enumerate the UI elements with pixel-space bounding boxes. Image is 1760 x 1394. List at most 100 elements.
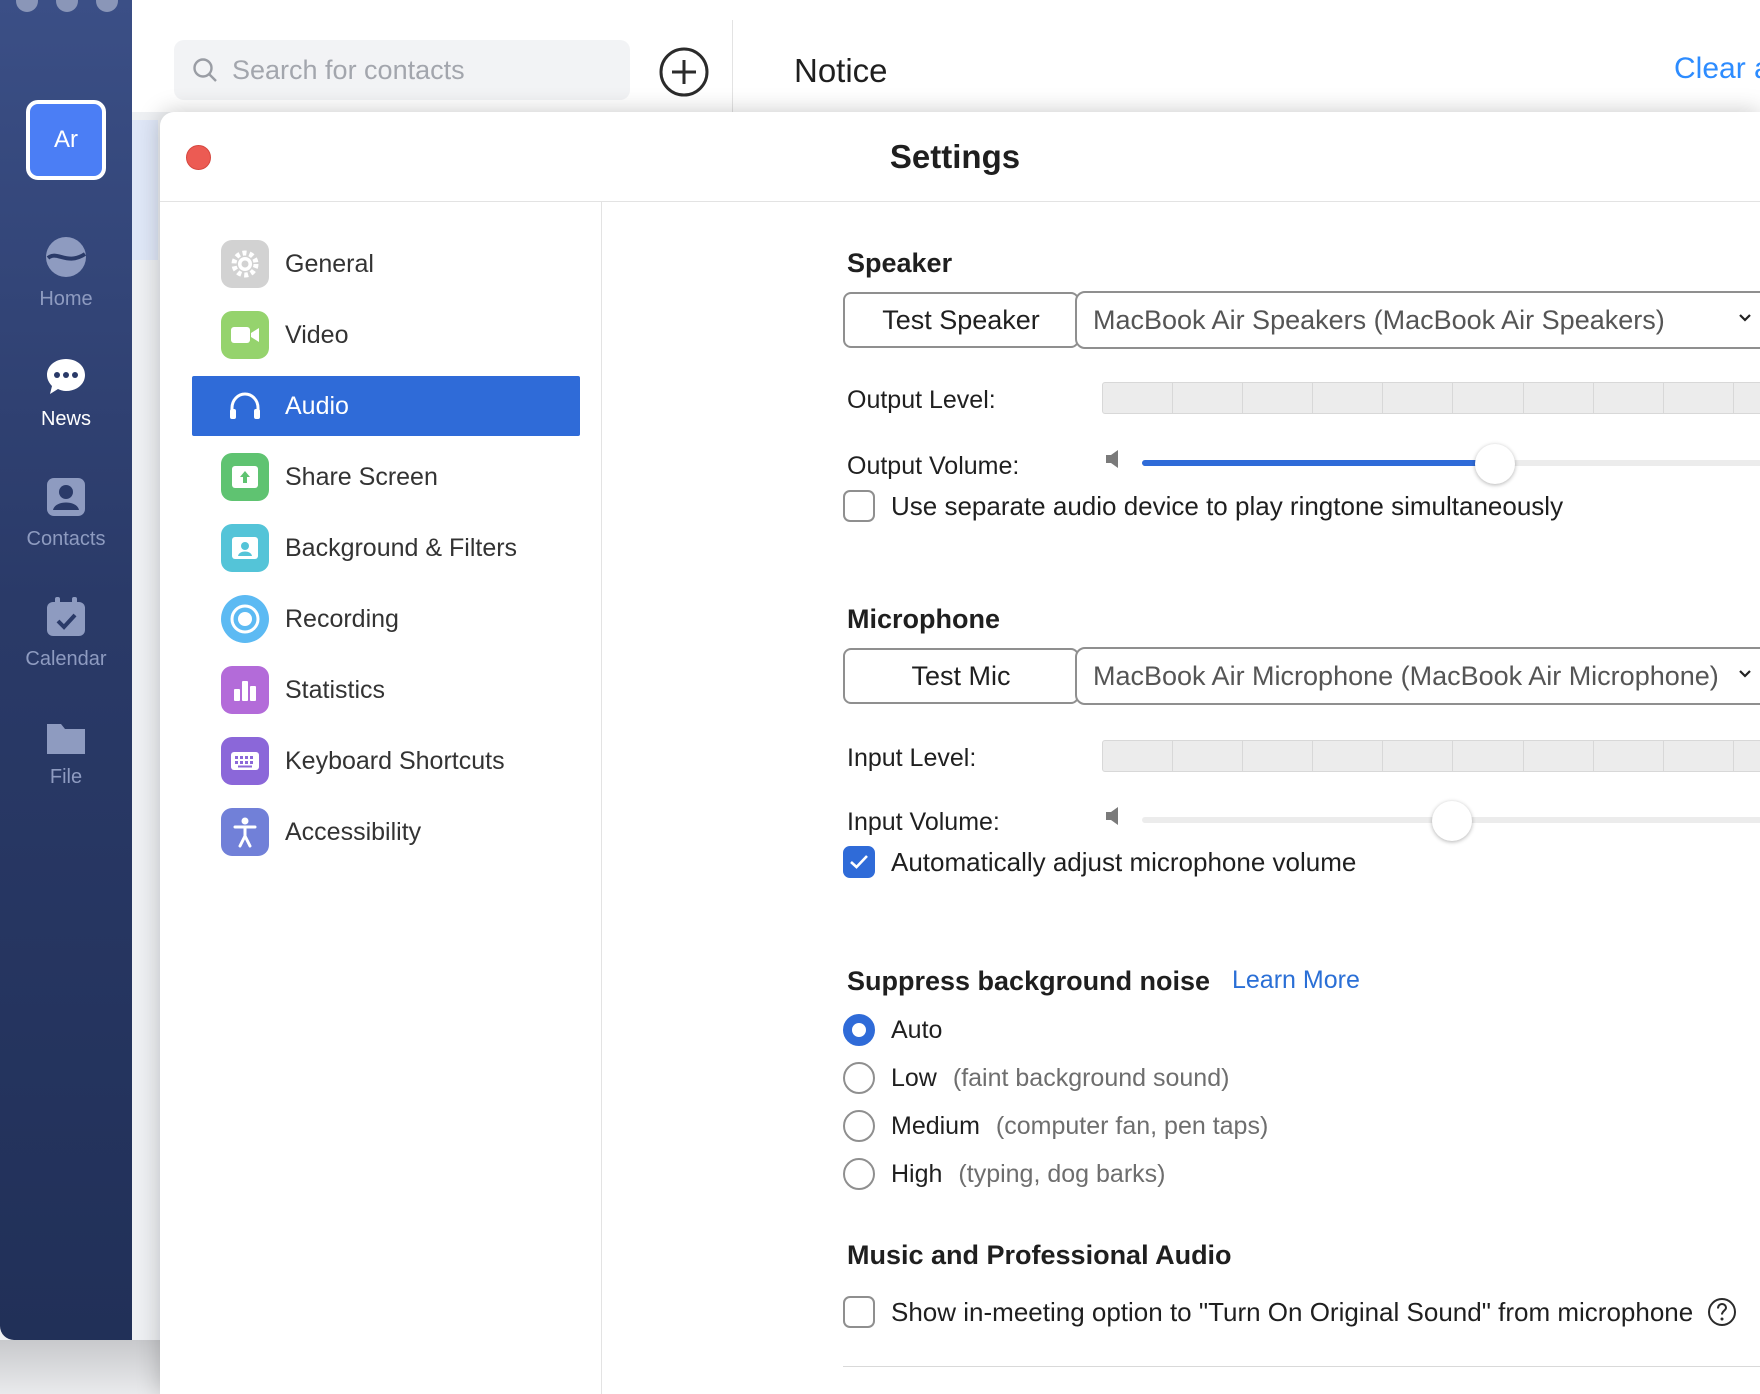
original-sound-label: Show in-meeting option to "Turn On Origi… bbox=[891, 1296, 1694, 1327]
help-icon[interactable] bbox=[1707, 1297, 1737, 1327]
menu-label: Keyboard Shortcuts bbox=[285, 746, 505, 775]
menu-label: Audio bbox=[285, 391, 349, 420]
test-speaker-button[interactable]: Test Speaker bbox=[843, 292, 1079, 348]
audio-settings-panel: Speaker Test Speaker MacBook Air Speaker… bbox=[603, 202, 1760, 1394]
radio-button[interactable] bbox=[843, 1158, 875, 1190]
separate-ringtone-label: Use separate audio device to play ringto… bbox=[891, 490, 1564, 521]
input-level-label: Input Level: bbox=[847, 744, 977, 772]
learn-more-link[interactable]: Learn More bbox=[1232, 966, 1360, 995]
search-icon bbox=[193, 58, 217, 82]
chevron-down-icon bbox=[1739, 670, 1751, 678]
clear-link[interactable]: Clear a bbox=[1674, 52, 1760, 86]
window-zoom-dot[interactable] bbox=[96, 0, 118, 12]
menu-item-video[interactable]: Video bbox=[192, 305, 580, 365]
share-screen-icon bbox=[221, 453, 269, 501]
radio-button[interactable] bbox=[843, 1014, 875, 1046]
menu-label: Background & Filters bbox=[285, 533, 518, 562]
menu-item-audio[interactable]: Audio bbox=[192, 376, 580, 436]
music-section-title: Music and Professional Audio bbox=[847, 1240, 1232, 1270]
output-volume-label: Output Volume: bbox=[847, 452, 1020, 480]
original-sound-checkbox[interactable] bbox=[843, 1296, 875, 1328]
radio-hint: (computer fan, pen taps) bbox=[995, 1111, 1269, 1140]
nav-file[interactable]: File bbox=[0, 720, 132, 789]
chat-icon bbox=[47, 359, 85, 394]
nav-contacts[interactable]: Contacts bbox=[0, 476, 132, 551]
settings-title: Settings bbox=[889, 138, 1021, 175]
output-level-meter bbox=[1102, 382, 1760, 414]
menu-item-accessibility[interactable]: Accessibility bbox=[192, 802, 580, 862]
checkmark-icon bbox=[850, 855, 868, 869]
microphone-device-value: MacBook Air Microphone (MacBook Air Micr… bbox=[1093, 660, 1719, 691]
original-sound-option[interactable]: Show in-meeting option to "Turn On Origi… bbox=[843, 1296, 1737, 1328]
menu-label: Video bbox=[285, 320, 349, 349]
avatar[interactable]: Ar bbox=[26, 100, 106, 180]
auto-adjust-option[interactable]: Automatically adjust microphone volume bbox=[843, 846, 1356, 878]
noise-option-low[interactable]: Low (faint background sound) bbox=[843, 1062, 1229, 1094]
noise-option-auto[interactable]: Auto bbox=[843, 1014, 942, 1046]
search-input[interactable] bbox=[232, 54, 612, 86]
settings-window: Settings General Video Audio Share Scree… bbox=[160, 112, 1760, 1394]
window-minimize-dot[interactable] bbox=[56, 0, 78, 12]
microphone-device-select[interactable]: MacBook Air Microphone (MacBook Air Micr… bbox=[1075, 647, 1760, 705]
nav-home-label: Home bbox=[39, 288, 93, 310]
settings-header: Settings bbox=[160, 112, 1760, 202]
home-icon bbox=[46, 237, 87, 277]
output-level-label: Output Level: bbox=[847, 386, 996, 414]
folder-icon bbox=[47, 724, 85, 754]
list-highlight bbox=[132, 120, 158, 260]
radio-button[interactable] bbox=[843, 1110, 875, 1142]
menu-item-statistics[interactable]: Statistics bbox=[192, 660, 580, 720]
calendar-icon bbox=[47, 597, 85, 636]
add-circle-icon[interactable] bbox=[658, 46, 710, 98]
nav-home[interactable]: Home bbox=[0, 236, 132, 311]
slider-fill bbox=[1142, 460, 1496, 466]
menu-item-keyboard-shortcuts[interactable]: Keyboard Shortcuts bbox=[192, 731, 580, 791]
noise-section-title: Suppress background noise bbox=[847, 966, 1211, 996]
menu-item-general[interactable]: General bbox=[192, 234, 580, 294]
noise-option-high[interactable]: High (typing, dog barks) bbox=[843, 1158, 1165, 1190]
window-close-dot[interactable] bbox=[16, 0, 38, 12]
divider bbox=[732, 20, 733, 112]
panel-title: Notice bbox=[794, 52, 888, 89]
auto-adjust-label: Automatically adjust microphone volume bbox=[891, 846, 1357, 877]
slider-track bbox=[1142, 801, 1760, 841]
separate-ringtone-checkbox[interactable] bbox=[843, 490, 875, 522]
window-shadow bbox=[0, 1340, 160, 1394]
radio-label: Auto bbox=[891, 1015, 943, 1044]
microphone-section-title: Microphone bbox=[847, 604, 1000, 634]
nav-contacts-label: Contacts bbox=[26, 528, 106, 550]
menu-item-share-screen[interactable]: Share Screen bbox=[192, 447, 580, 507]
chevron-down-icon bbox=[1739, 314, 1751, 322]
slider-handle[interactable] bbox=[1475, 444, 1516, 484]
auto-adjust-checkbox[interactable] bbox=[843, 846, 875, 878]
radio-button[interactable] bbox=[843, 1062, 875, 1094]
speaker-device-select[interactable]: MacBook Air Speakers (MacBook Air Speake… bbox=[1075, 291, 1760, 349]
input-volume-slider[interactable] bbox=[1104, 799, 1760, 841]
noise-option-medium[interactable]: Medium (computer fan, pen taps) bbox=[843, 1110, 1268, 1142]
slider-handle[interactable] bbox=[1432, 801, 1472, 841]
radio-hint: (typing, dog barks) bbox=[958, 1159, 1166, 1188]
nav-news-label: News bbox=[40, 408, 91, 430]
separate-ringtone-option[interactable]: Use separate audio device to play ringto… bbox=[843, 490, 1563, 522]
volume-low-icon bbox=[1106, 450, 1118, 468]
headphones-icon bbox=[221, 382, 269, 430]
keyboard-icon bbox=[221, 737, 269, 785]
gear-icon bbox=[221, 240, 269, 288]
radio-label: Low bbox=[891, 1063, 937, 1092]
input-level-meter bbox=[1102, 740, 1760, 772]
record-icon bbox=[221, 595, 269, 643]
menu-item-background-filters[interactable]: Background & Filters bbox=[192, 518, 580, 578]
output-volume-slider[interactable] bbox=[1104, 442, 1760, 484]
test-mic-button[interactable]: Test Mic bbox=[843, 648, 1079, 704]
accessibility-icon bbox=[221, 808, 269, 856]
menu-label: Recording bbox=[285, 604, 399, 633]
contacts-search[interactable] bbox=[174, 40, 630, 100]
menu-label: Statistics bbox=[285, 675, 386, 704]
nav-news[interactable]: News bbox=[0, 356, 132, 431]
menu-label: Share Screen bbox=[285, 462, 438, 491]
menu-label: General bbox=[285, 249, 374, 278]
slider-track bbox=[1142, 444, 1760, 484]
nav-calendar[interactable]: Calendar bbox=[0, 596, 132, 671]
contacts-icon bbox=[47, 478, 85, 516]
menu-item-recording[interactable]: Recording bbox=[192, 589, 580, 649]
